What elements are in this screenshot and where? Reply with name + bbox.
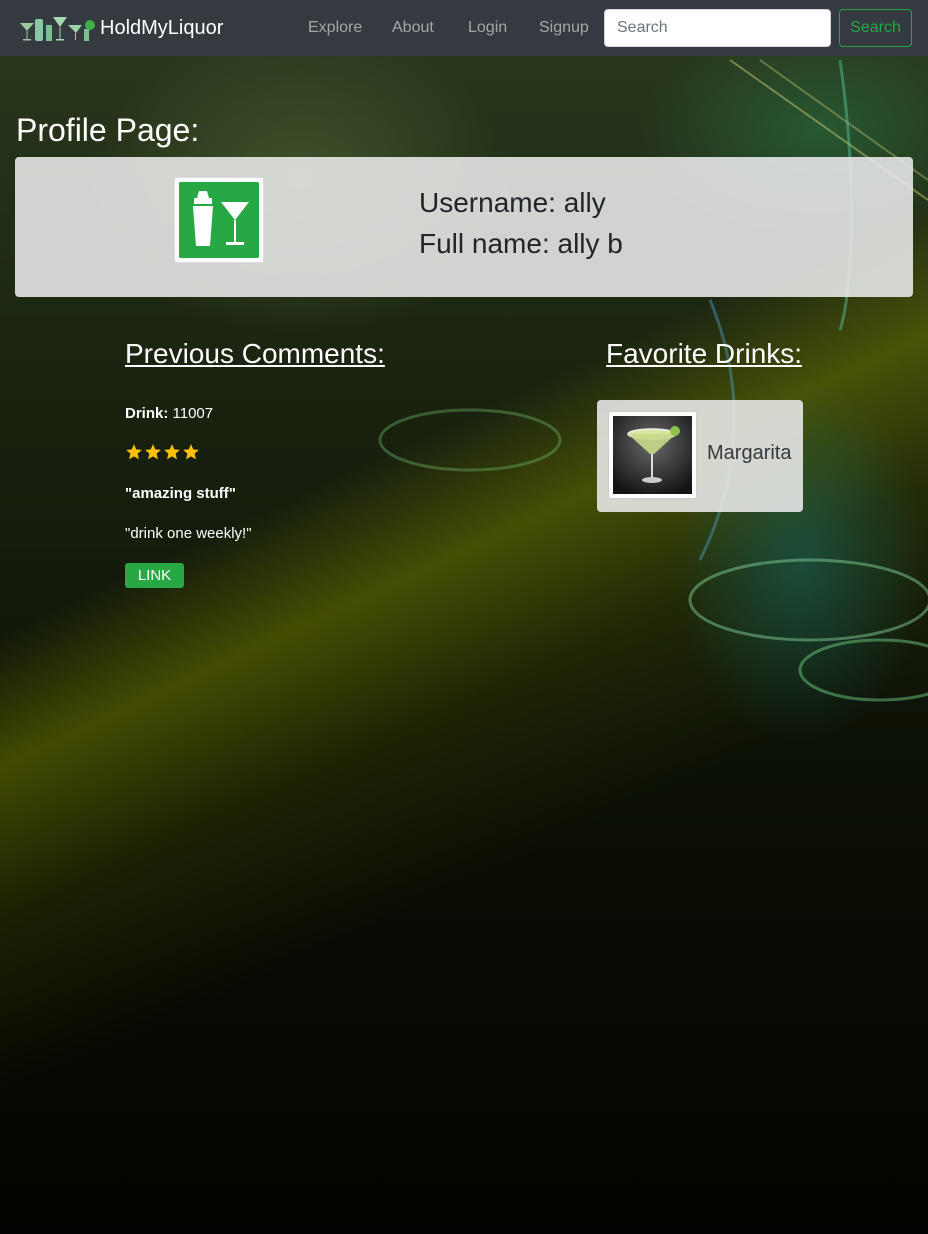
profile-username: Username: ally bbox=[419, 187, 606, 218]
comment-drink: Drink: 11007 bbox=[125, 405, 213, 422]
profile-fullname: Full name: ally b bbox=[419, 228, 623, 259]
search-input[interactable] bbox=[604, 9, 831, 47]
star-icon bbox=[164, 444, 180, 460]
drink-thumbnail bbox=[608, 411, 697, 499]
brand[interactable]: HoldMyLiquor bbox=[18, 8, 223, 48]
cocktail-shaker-glass-icon bbox=[179, 182, 259, 258]
nav-link-explore[interactable]: Explore bbox=[308, 19, 362, 37]
star-icon bbox=[126, 444, 142, 460]
page-title: Profile Page: bbox=[16, 112, 200, 148]
navbar: HoldMyLiquor Explore About Login Signup … bbox=[0, 0, 928, 56]
rating-stars bbox=[125, 443, 200, 461]
star-icon bbox=[145, 444, 161, 460]
brand-name: HoldMyLiquor bbox=[100, 16, 224, 39]
favorite-drink-name: Margarita bbox=[707, 442, 792, 464]
cocktail-glasses-logo-icon bbox=[20, 17, 95, 41]
comment-drink-label: Drink: bbox=[125, 405, 169, 422]
favorite-drink-card[interactable]: Margarita bbox=[597, 400, 803, 512]
search-button[interactable]: Search bbox=[839, 9, 912, 47]
comment-drink-id: 11007 bbox=[172, 405, 214, 422]
profile-card: Username: ally Full name: ally b bbox=[15, 157, 913, 297]
comment-link-button[interactable]: LINK bbox=[125, 563, 184, 588]
nav-link-about[interactable]: About bbox=[392, 19, 434, 37]
star-icon bbox=[183, 444, 199, 460]
nav-link-signup[interactable]: Signup bbox=[539, 19, 589, 37]
comment-text: "drink one weekly!" bbox=[125, 525, 252, 542]
avatar bbox=[174, 177, 264, 263]
favorite-drinks-heading: Favorite Drinks: bbox=[606, 338, 803, 369]
margarita-glass-icon bbox=[613, 416, 692, 494]
comment-title: "amazing stuff" bbox=[125, 485, 236, 502]
previous-comments-heading: Previous Comments: bbox=[125, 338, 385, 369]
nav-link-login[interactable]: Login bbox=[468, 19, 507, 37]
